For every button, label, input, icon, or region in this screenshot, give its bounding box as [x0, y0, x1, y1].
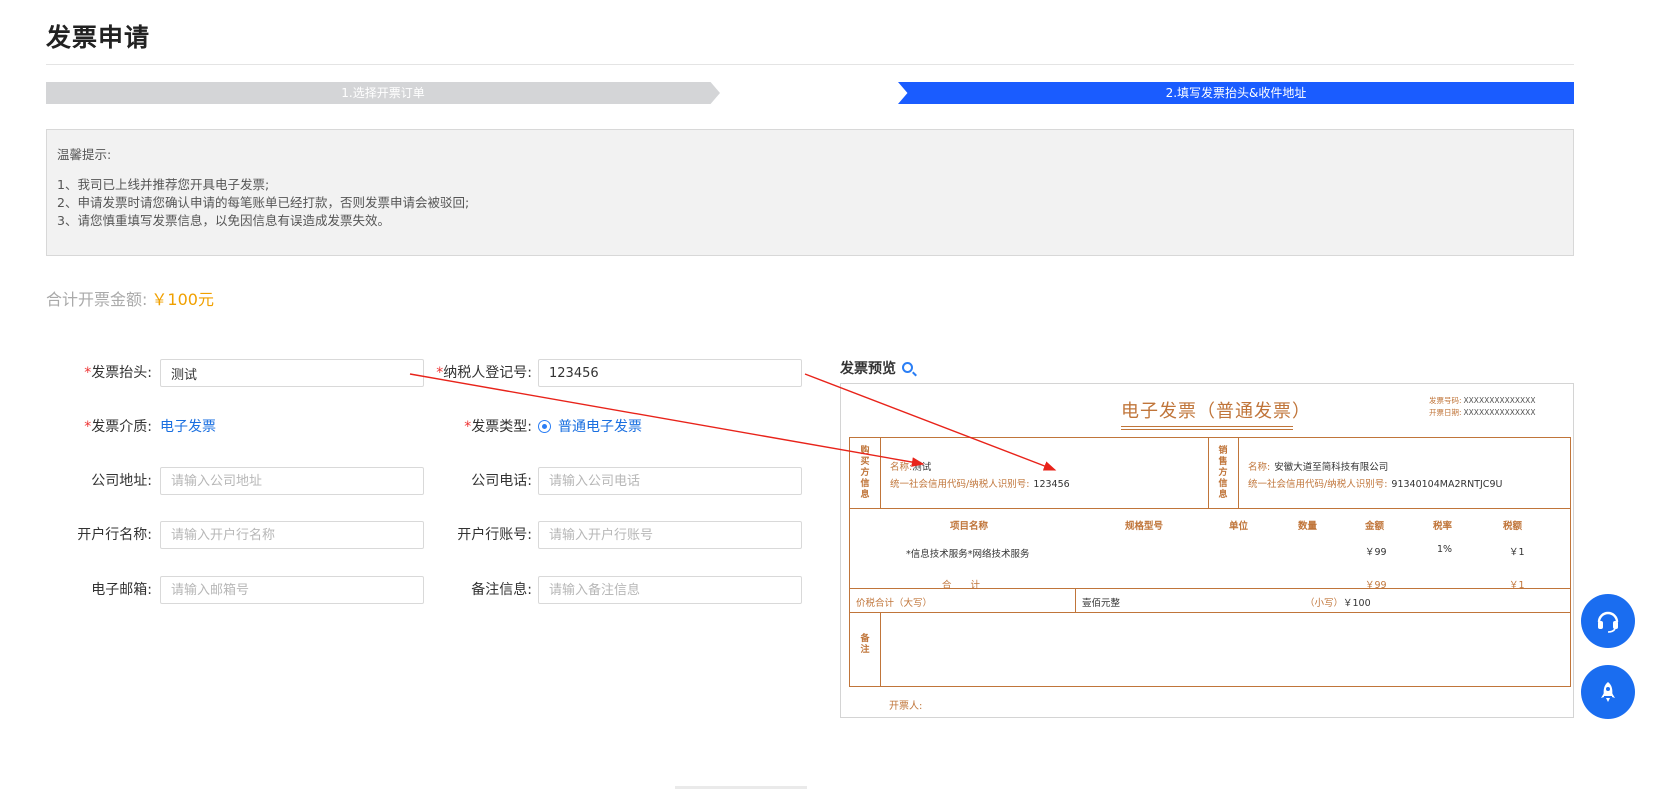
divider [1238, 438, 1239, 508]
bank-account-input[interactable] [538, 521, 802, 549]
customer-service-button[interactable] [1581, 594, 1635, 648]
taxpayer-id-label-text: 纳税人登记号: [443, 365, 532, 381]
company-phone-label: 公司电话: [471, 473, 532, 489]
total-words-value: 壹佰元整 [1082, 598, 1121, 609]
invoice-title-label: *发票抬头: [60, 359, 152, 387]
invoice-number-value: XXXXXXXXXXXXXX [1463, 396, 1536, 405]
column-header: 数量 [1298, 521, 1318, 532]
seller-name: 名称: 安徽大道至简科技有限公司 [1248, 459, 1388, 473]
item-name: *信息技术服务*网络技术服务 [906, 549, 1030, 560]
divider [850, 588, 1570, 589]
divider [880, 438, 881, 508]
bank-name-label: 开户行名称: [77, 527, 152, 543]
headset-icon[interactable] [1595, 608, 1621, 634]
invoice-medium-value[interactable]: 电子发票 [160, 413, 216, 441]
step-2-fill-invoice[interactable]: 2.填写发票抬头&收件地址 [898, 82, 1574, 104]
invoice-heading-underline [1121, 426, 1293, 427]
column-header: 规格型号 [1125, 521, 1164, 532]
column-header: 税额 [1503, 521, 1523, 532]
invoice-title-input[interactable] [160, 359, 424, 387]
rocket-icon[interactable] [1595, 679, 1621, 705]
bank-name-input[interactable] [160, 521, 424, 549]
seller-name-value: 安徽大道至简科技有限公司 [1274, 462, 1389, 473]
total-small-label: （小写） [1305, 598, 1344, 609]
taxpayer-id-label: *纳税人登记号: [420, 359, 532, 387]
title-divider [46, 64, 1574, 65]
invoice-number: 发票号码: XXXXXXXXXXXXXX [1429, 395, 1535, 406]
radio-selected-icon[interactable] [538, 420, 551, 433]
search-icon[interactable] [902, 362, 913, 373]
back-to-top-button[interactable] [1581, 665, 1635, 719]
total-words-label: 价税合计（大写） [856, 598, 933, 609]
item-amount: ￥99 [1365, 547, 1387, 558]
divider [880, 612, 881, 686]
buyer-tax-label: 统一社会信用代码/纳税人识别号: [890, 479, 1030, 490]
invoice-medium-label: *发票介质: [60, 413, 152, 441]
total-amount-value: ￥100元 [151, 290, 214, 309]
invoice-type-radio[interactable]: 普通电子发票 [538, 413, 642, 441]
invoice-heading-underline [1121, 429, 1293, 430]
total-amount: 合计开票金额: ￥100元 [46, 286, 214, 310]
email-label: 电子邮箱: [91, 582, 152, 598]
invoice-preview: 电子发票（普通发票） 发票号码: XXXXXXXXXXXXXX 开票日期: XXXX… [840, 383, 1574, 718]
company-address-label: 公司地址: [91, 473, 152, 489]
remark-section-label: 备注 [860, 634, 870, 655]
divider [1075, 588, 1076, 612]
invoice-heading: 电子发票（普通发票） [1121, 401, 1311, 422]
tip-line: 3、请您慎重填写发票信息，以免因信息有误造成发票失效。 [57, 213, 390, 228]
invoice-date: 开票日期: XXXXXXXXXXXXXX [1429, 407, 1535, 418]
invoice-application-page: 发票申请 1.选择开票订单 2.填写发票抬头&收件地址 温馨提示: 1、我司已上… [0, 0, 1656, 789]
item-tax-rate: 1% [1437, 544, 1453, 555]
invoice-number-label: 发票号码: [1429, 396, 1462, 405]
tip-line: 2、申请发票时请您确认申请的每笔账单已经打款，否则发票申请会被驳回; [57, 195, 470, 210]
remark-input[interactable] [538, 576, 802, 604]
bank-account-label: 开户行账号: [457, 527, 532, 543]
company-phone-input[interactable] [538, 467, 802, 495]
divider [1208, 438, 1209, 508]
divider [850, 508, 1570, 509]
invoice-title-label-text: 发票抬头: [91, 365, 152, 381]
seller-tax-label: 统一社会信用代码/纳税人识别号: [1248, 479, 1388, 490]
buyer-name-value: 测试 [912, 462, 932, 473]
invoice-date-label: 开票日期: [1429, 408, 1462, 417]
buyer-name: 名称:测试 [890, 459, 931, 473]
tips-panel: 温馨提示: 1、我司已上线并推荐您开具电子发票; 2、申请发票时请您确认申请的每… [46, 129, 1574, 256]
invoice-type-label-text: 发票类型: [471, 419, 532, 435]
seller-tax-id: 统一社会信用代码/纳税人识别号: 91340104MA2RNTJC9U [1248, 476, 1502, 490]
column-header: 单位 [1229, 521, 1249, 532]
invoice-type-label: *发票类型: [420, 413, 532, 441]
column-header: 金额 [1365, 521, 1385, 532]
seller-name-label: 名称: [1248, 462, 1271, 473]
buyer-name-label: 名称: [890, 462, 913, 473]
buyer-section-label: 购买方信息 [860, 446, 870, 500]
total-small: （小写）￥100 [1305, 595, 1371, 609]
taxpayer-id-input[interactable] [538, 359, 802, 387]
seller-tax-value: 91340104MA2RNTJC9U [1391, 479, 1503, 490]
invoice-drawer-label: 开票人: [889, 701, 923, 712]
remark-label: 备注信息: [471, 582, 532, 598]
divider [850, 612, 1570, 613]
buyer-tax-id: 统一社会信用代码/纳税人识别号: 123456 [890, 476, 1070, 490]
invoice-medium-label-text: 发票介质: [91, 419, 152, 435]
page-title: 发票申请 [46, 23, 151, 52]
tips-title: 温馨提示: [57, 147, 112, 162]
invoice-date-value: XXXXXXXXXXXXXX [1463, 408, 1536, 417]
buyer-tax-value: 123456 [1033, 479, 1070, 490]
company-address-input[interactable] [160, 467, 424, 495]
step-1-select-orders[interactable]: 1.选择开票订单 [46, 82, 720, 104]
item-tax: ￥1 [1509, 547, 1525, 558]
email-input[interactable] [160, 576, 424, 604]
invoice-type-option[interactable]: 普通电子发票 [558, 419, 642, 435]
total-small-value: ￥100 [1343, 598, 1371, 609]
column-header: 项目名称 [950, 521, 989, 532]
invoice-preview-title: 发票预览 [840, 358, 913, 378]
column-header: 税率 [1433, 521, 1453, 532]
tip-line: 1、我司已上线并推荐您开具电子发票; [57, 177, 270, 192]
invoice-preview-title-text: 发票预览 [840, 361, 896, 377]
total-amount-label: 合计开票金额: [46, 290, 148, 309]
seller-section-label: 销售方信息 [1218, 446, 1228, 500]
invoice-table: 购买方信息 名称:测试 统一社会信用代码/纳税人识别号: 123456 销售方信息… [849, 437, 1571, 687]
